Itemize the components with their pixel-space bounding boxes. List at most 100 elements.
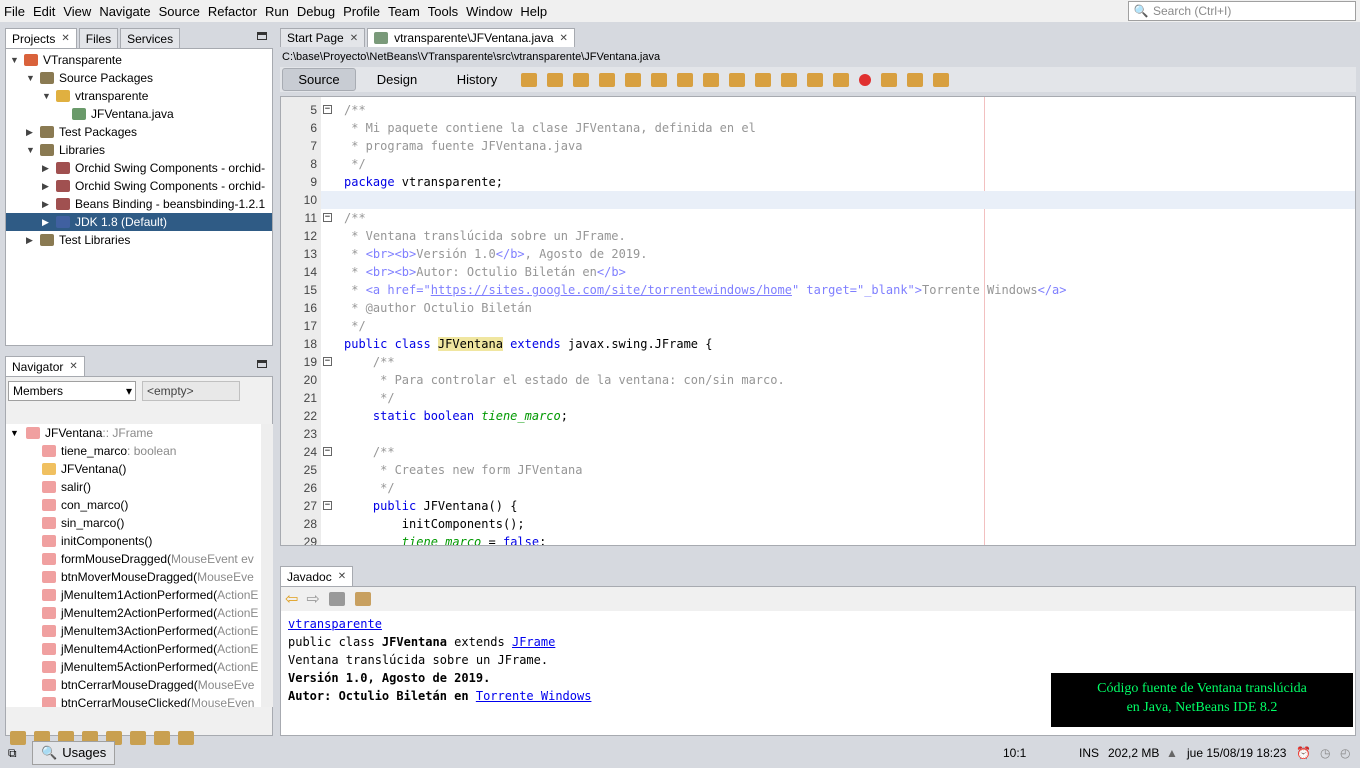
- close-icon[interactable]: ✕: [338, 571, 346, 582]
- members-dropdown[interactable]: Members ▾: [8, 381, 136, 401]
- shift-left-icon[interactable]: [807, 72, 823, 87]
- editor-tab[interactable]: Start Page ✕: [280, 28, 366, 47]
- uncomment-icon[interactable]: [933, 72, 949, 87]
- view-history[interactable]: History: [438, 69, 516, 90]
- expanded-icon[interactable]: ▼: [42, 87, 56, 105]
- tree-item[interactable]: ▼ Libraries: [6, 141, 272, 159]
- usages-button[interactable]: 🔍 Usages: [32, 741, 116, 765]
- member-item[interactable]: btnCerrarMouseDragged(MouseEve: [6, 676, 261, 694]
- close-icon[interactable]: ✕: [69, 361, 77, 372]
- tree-item[interactable]: JFVentana.java: [6, 105, 272, 123]
- expanded-icon[interactable]: ▼: [10, 51, 24, 69]
- code-token[interactable]: https://sites.google.com/site/torrentewi…: [431, 283, 792, 297]
- menu-file[interactable]: File: [0, 4, 29, 19]
- menu-source[interactable]: Source: [155, 4, 204, 19]
- rect-select-icon[interactable]: [703, 72, 719, 87]
- menu-window[interactable]: Window: [462, 4, 516, 19]
- tree-item[interactable]: ▼ Source Packages: [6, 69, 272, 87]
- member-item[interactable]: btnMoverMouseDragged(MouseEve: [6, 568, 261, 586]
- member-item[interactable]: jMenuItem5ActionPerformed(ActionE: [6, 658, 261, 676]
- member-item[interactable]: btnCerrarMouseClicked(MouseEven: [6, 694, 261, 707]
- tree-item[interactable]: ▶ Orchid Swing Components - orchid-: [6, 177, 272, 195]
- member-item[interactable]: jMenuItem4ActionPerformed(ActionE: [6, 640, 261, 658]
- tree-item[interactable]: ▶ Test Packages: [6, 123, 272, 141]
- vertical-scrollbar[interactable]: [261, 424, 273, 707]
- menu-refactor[interactable]: Refactor: [204, 4, 261, 19]
- start-macro-icon[interactable]: [859, 73, 871, 86]
- menu-view[interactable]: View: [59, 4, 95, 19]
- expanded-icon[interactable]: ▼: [10, 424, 26, 442]
- tab-files[interactable]: Files: [78, 28, 119, 48]
- source-icon[interactable]: [328, 592, 345, 606]
- toggle-bookmark-icon[interactable]: [781, 72, 797, 87]
- collapsed-icon[interactable]: ▶: [42, 177, 56, 195]
- menu-navigate[interactable]: Navigate: [95, 4, 154, 19]
- view-design[interactable]: Design: [358, 69, 436, 90]
- view-source[interactable]: Source: [282, 68, 356, 91]
- minimize-icon[interactable]: [257, 360, 267, 368]
- menu-tools[interactable]: Tools: [424, 4, 462, 19]
- member-item[interactable]: sin_marco(): [6, 514, 261, 532]
- tab-projects[interactable]: Projects ✕: [5, 28, 77, 48]
- menu-profile[interactable]: Profile: [339, 4, 384, 19]
- member-item[interactable]: salir(): [6, 478, 261, 496]
- fold-icon[interactable]: −: [323, 357, 332, 366]
- fold-icon[interactable]: −: [323, 447, 332, 456]
- forward-icon[interactable]: ⇨: [306, 589, 319, 609]
- toggle-highlight-icon[interactable]: [677, 72, 693, 87]
- empty-dropdown[interactable]: <empty>: [142, 381, 240, 401]
- tab-services[interactable]: Services: [120, 28, 181, 48]
- menu-team[interactable]: Team: [384, 4, 424, 19]
- prev-bookmark-icon[interactable]: [729, 72, 745, 87]
- tab-javadoc[interactable]: Javadoc ✕: [280, 566, 354, 586]
- restore-icon[interactable]: ⧉: [8, 746, 20, 761]
- tree-item[interactable]: ▶ Orchid Swing Components - orchid-: [6, 159, 272, 177]
- gc-icon[interactable]: ▲: [1166, 746, 1178, 760]
- code-area[interactable]: 5−/** 6 * Mi paquete contiene la clase JF…: [280, 96, 1356, 546]
- fold-icon[interactable]: −: [323, 501, 332, 510]
- find-icon[interactable]: [599, 72, 615, 87]
- menu-debug[interactable]: Debug: [293, 4, 339, 19]
- stop-macro-icon[interactable]: [881, 72, 897, 87]
- back-icon[interactable]: ⇦: [285, 589, 298, 609]
- package-link[interactable]: vtransparente: [288, 617, 382, 631]
- member-item[interactable]: ▼ JFVentana :: JFrame: [6, 424, 261, 442]
- tab-navigator[interactable]: Navigator ✕: [5, 356, 85, 376]
- last-edit-icon[interactable]: [521, 72, 537, 87]
- tree-item[interactable]: ▶ Test Libraries: [6, 231, 272, 249]
- close-icon[interactable]: ✕: [560, 33, 568, 44]
- forward-icon[interactable]: [573, 72, 589, 87]
- collapsed-icon[interactable]: ▶: [26, 123, 40, 141]
- fold-icon[interactable]: −: [323, 105, 332, 114]
- alarm-icon[interactable]: ⏰: [1296, 746, 1311, 760]
- menu-edit[interactable]: Edit: [29, 4, 59, 19]
- clock-icon[interactable]: ◷: [1320, 746, 1330, 760]
- shift-right-icon[interactable]: [833, 72, 849, 87]
- editor-tab[interactable]: vtransparente\JFVentana.java ✕: [367, 28, 575, 47]
- find-next-icon[interactable]: [651, 72, 667, 87]
- jframe-link[interactable]: JFrame: [512, 635, 555, 649]
- menu-run[interactable]: Run: [261, 4, 293, 19]
- collapsed-icon[interactable]: ▶: [42, 195, 56, 213]
- member-item[interactable]: jMenuItem3ActionPerformed(ActionE: [6, 622, 261, 640]
- close-icon[interactable]: ✕: [350, 33, 358, 44]
- tree-item[interactable]: ▼ VTransparente: [6, 51, 272, 69]
- stopwatch-icon[interactable]: ◴: [1340, 746, 1350, 760]
- member-item[interactable]: JFVentana(): [6, 460, 261, 478]
- collapsed-icon[interactable]: ▶: [26, 231, 40, 249]
- expanded-icon[interactable]: ▼: [26, 69, 40, 87]
- find-prev-icon[interactable]: [625, 72, 641, 87]
- member-item[interactable]: initComponents(): [6, 532, 261, 550]
- collapsed-icon[interactable]: ▶: [42, 159, 56, 177]
- fold-icon[interactable]: −: [323, 213, 332, 222]
- tree-item[interactable]: ▼ vtransparente: [6, 87, 272, 105]
- search-input[interactable]: 🔍 Search (Ctrl+I): [1128, 1, 1356, 21]
- tree-item[interactable]: ▶ Beans Binding - beansbinding-1.2.1: [6, 195, 272, 213]
- member-item[interactable]: jMenuItem2ActionPerformed(ActionE: [6, 604, 261, 622]
- member-item[interactable]: tiene_marco : boolean: [6, 442, 261, 460]
- browser-icon[interactable]: [354, 592, 371, 606]
- collapsed-icon[interactable]: ▶: [42, 213, 56, 231]
- tree-item[interactable]: ▶ JDK 1.8 (Default): [6, 213, 272, 231]
- memory-usage[interactable]: 202,2 MB: [1108, 746, 1159, 760]
- back-icon[interactable]: [547, 72, 563, 87]
